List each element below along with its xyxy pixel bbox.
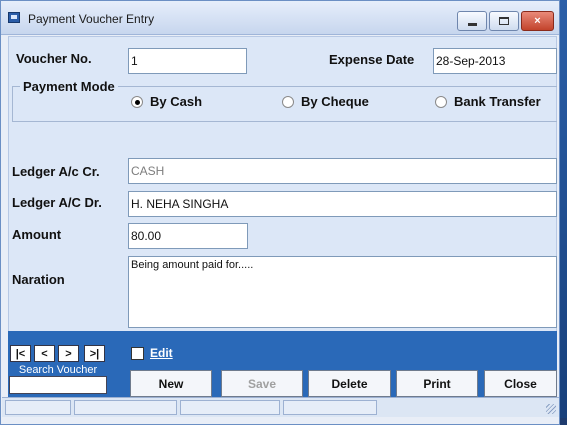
amount-input[interactable]	[128, 223, 248, 249]
radio-unselected-icon	[435, 95, 447, 108]
radio-by-cheque[interactable]: By Cheque	[282, 94, 369, 109]
naration-label: Naration	[12, 272, 65, 287]
radio-by-cash-label: By Cash	[150, 94, 203, 109]
radio-bank-transfer[interactable]: Bank Transfer	[435, 94, 541, 109]
app-icon[interactable]	[8, 12, 20, 23]
status-panel	[74, 400, 177, 415]
title-bar[interactable]: Payment Voucher Entry ×	[1, 1, 559, 35]
search-voucher-label: Search Voucher	[18, 364, 98, 376]
print-button[interactable]: Print	[396, 370, 478, 397]
expense-date-label: Expense Date	[329, 52, 415, 67]
first-record-button[interactable]: |<	[10, 345, 31, 362]
last-record-button[interactable]: >|	[84, 345, 105, 362]
checkbox-icon	[131, 346, 144, 360]
status-panel	[283, 400, 377, 415]
search-voucher-input[interactable]	[9, 376, 107, 394]
close-button[interactable]: Close	[484, 370, 557, 397]
radio-bank-transfer-label: Bank Transfer	[454, 94, 541, 109]
payment-mode-legend: Payment Mode	[20, 79, 118, 94]
minimize-button[interactable]	[457, 11, 487, 31]
voucher-no-input[interactable]	[128, 48, 247, 74]
payment-voucher-window: Payment Voucher Entry × Voucher No. Expe…	[0, 0, 560, 425]
window-title: Payment Voucher Entry	[28, 12, 155, 26]
desktop-edge-right	[560, 0, 567, 425]
ledger-cr-label: Ledger A/c Cr.	[12, 164, 100, 179]
ledger-cr-input[interactable]	[128, 158, 557, 184]
maximize-icon	[499, 17, 509, 25]
radio-selected-icon	[131, 95, 143, 108]
status-panel	[180, 400, 280, 415]
status-panel	[5, 400, 71, 415]
close-icon: ×	[534, 15, 541, 27]
edit-label: Edit	[150, 346, 173, 360]
close-window-button[interactable]: ×	[521, 11, 554, 31]
new-button[interactable]: New	[130, 370, 212, 397]
ledger-dr-label: Ledger A/C Dr.	[12, 195, 102, 210]
resize-grip-icon[interactable]	[546, 404, 556, 414]
status-bar	[2, 397, 559, 417]
next-record-button[interactable]: >	[58, 345, 79, 362]
minimize-icon	[467, 22, 477, 26]
radio-unselected-icon	[282, 95, 294, 108]
save-button[interactable]: Save	[221, 370, 303, 397]
delete-button[interactable]: Delete	[308, 370, 391, 397]
voucher-no-label: Voucher No.	[16, 51, 92, 66]
expense-date-input[interactable]	[433, 48, 557, 74]
prev-record-button[interactable]: <	[34, 345, 55, 362]
maximize-button[interactable]	[489, 11, 519, 31]
edit-checkbox[interactable]: Edit	[131, 346, 173, 360]
ledger-dr-input[interactable]	[128, 191, 557, 217]
radio-by-cash[interactable]: By Cash	[131, 94, 202, 109]
naration-textarea[interactable]: Being amount paid for.....	[128, 256, 557, 328]
radio-by-cheque-label: By Cheque	[301, 94, 369, 109]
amount-label: Amount	[12, 227, 62, 242]
